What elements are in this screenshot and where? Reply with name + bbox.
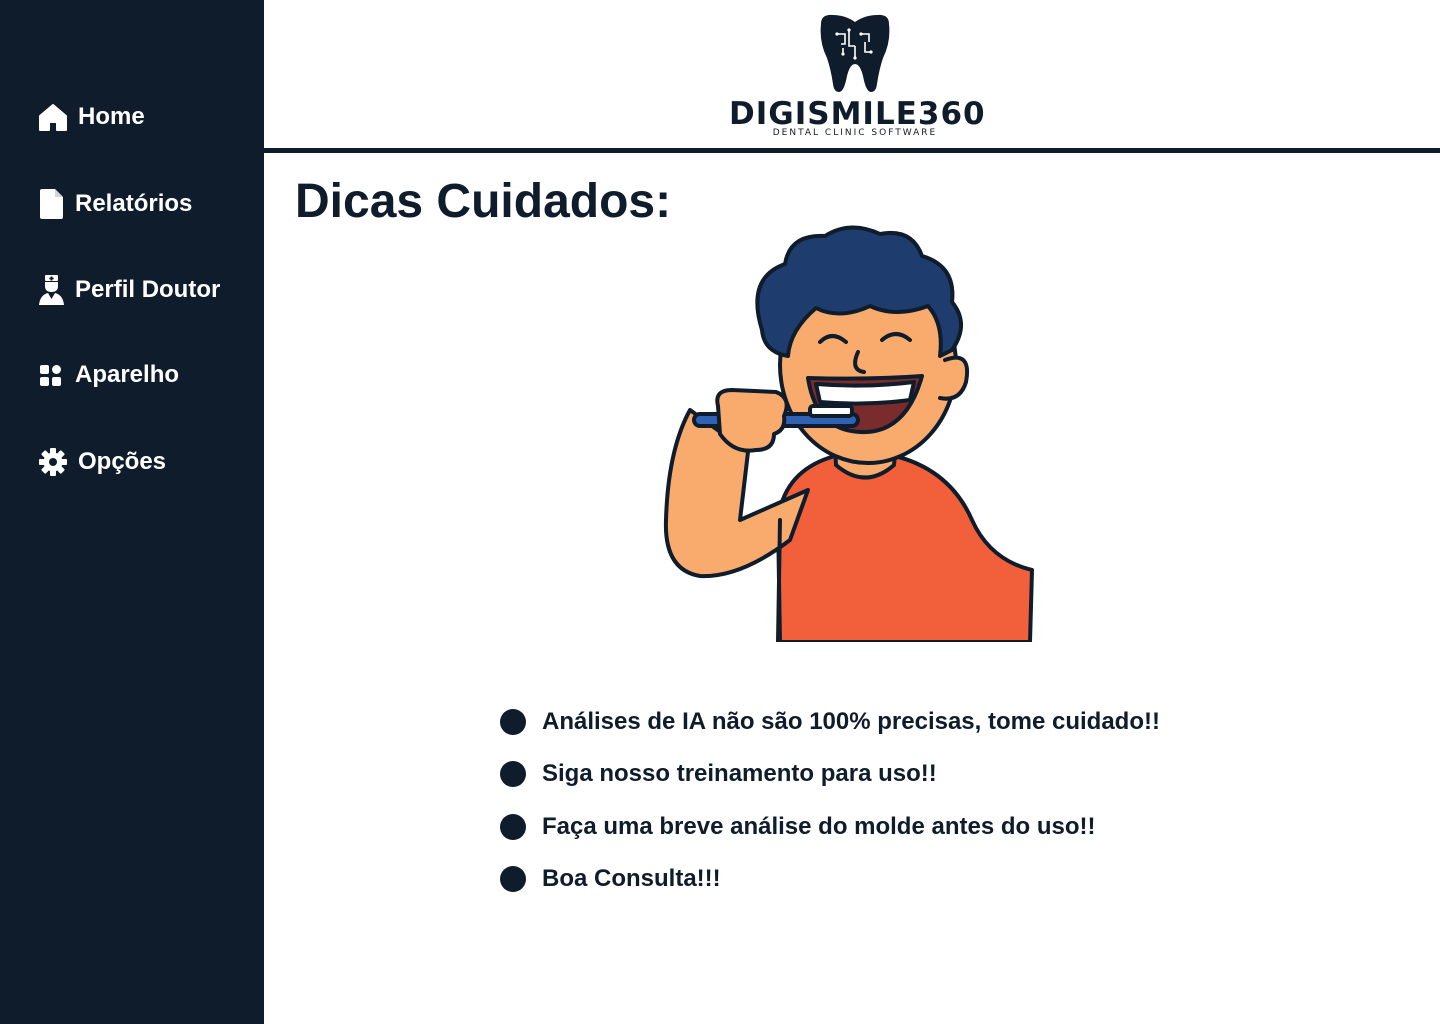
sidebar-item-label: Relatórios <box>75 190 193 217</box>
tip-text: Faça uma breve análise do molde antes do… <box>542 813 1096 840</box>
list-item: Faça uma breve análise do molde antes do… <box>500 813 1096 841</box>
sidebar: Home Relatórios Perfil Doutor Aparelho O… <box>0 0 264 1024</box>
sidebar-item-label: Aparelho <box>75 361 180 388</box>
brand-tagline: DENTAL CLINIC SOFTWARE <box>772 128 938 138</box>
document-icon <box>40 189 63 219</box>
list-item: Boa Consulta!!! <box>500 865 721 893</box>
tip-text: Análises de IA não são 100% precisas, to… <box>542 708 1160 735</box>
gear-icon <box>39 448 67 476</box>
tip-text: Boa Consulta!!! <box>542 865 721 892</box>
tooth-logo-icon <box>820 14 890 93</box>
brand-name: DIGISMILE360 <box>729 96 986 132</box>
bullet-icon <box>500 814 526 840</box>
sidebar-item-relatorios[interactable]: Relatórios <box>38 188 192 220</box>
list-item: Análises de IA não são 100% precisas, to… <box>500 708 1160 736</box>
header-divider <box>264 148 1440 153</box>
brand-logo[interactable]: DIGISMILE360 DENTAL CLINIC SOFTWARE <box>729 12 986 140</box>
bullet-icon <box>500 761 526 787</box>
home-icon <box>39 104 67 131</box>
doctor-icon <box>39 275 64 305</box>
tip-text: Siga nosso treinamento para uso!! <box>542 760 937 787</box>
sidebar-item-label: Opções <box>78 448 167 475</box>
sidebar-item-label: Home <box>78 103 145 130</box>
sidebar-item-opcoes[interactable]: Opções <box>38 447 166 477</box>
grid-icon <box>40 365 61 386</box>
sidebar-item-home[interactable]: Home <box>38 103 145 131</box>
page-title: Dicas Cuidados: <box>295 175 672 228</box>
boy-brushing-teeth-illustration <box>663 225 1034 642</box>
sidebar-item-aparelho[interactable]: Aparelho <box>38 361 179 389</box>
bullet-icon <box>500 866 526 892</box>
sidebar-item-perfil-doutor[interactable]: Perfil Doutor <box>38 274 220 306</box>
list-item: Siga nosso treinamento para uso!! <box>500 760 937 788</box>
bullet-icon <box>500 709 526 735</box>
sidebar-item-label: Perfil Doutor <box>75 276 221 303</box>
